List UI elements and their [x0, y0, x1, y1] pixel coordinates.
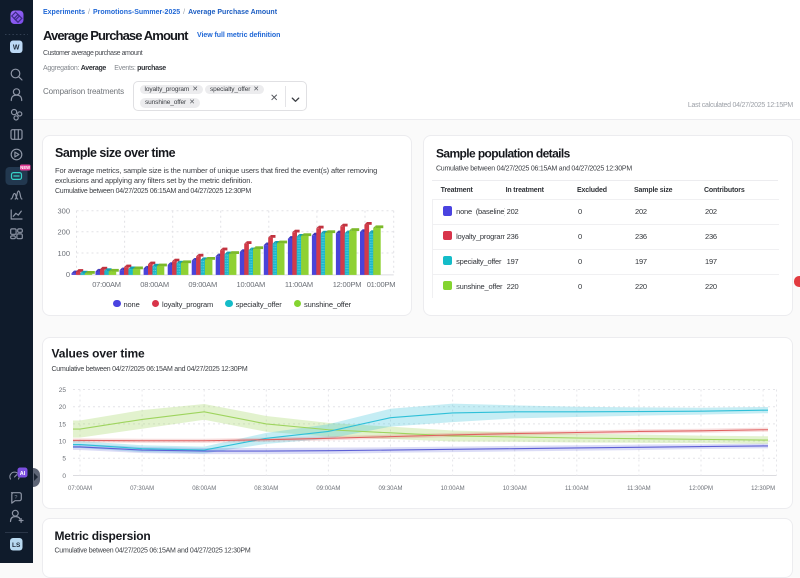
svg-text:?: ?	[14, 495, 17, 501]
svg-text:LS: LS	[12, 542, 21, 549]
svg-text:AI: AI	[20, 471, 26, 477]
svg-text:NEW: NEW	[20, 165, 30, 170]
svg-text:W: W	[13, 45, 20, 52]
